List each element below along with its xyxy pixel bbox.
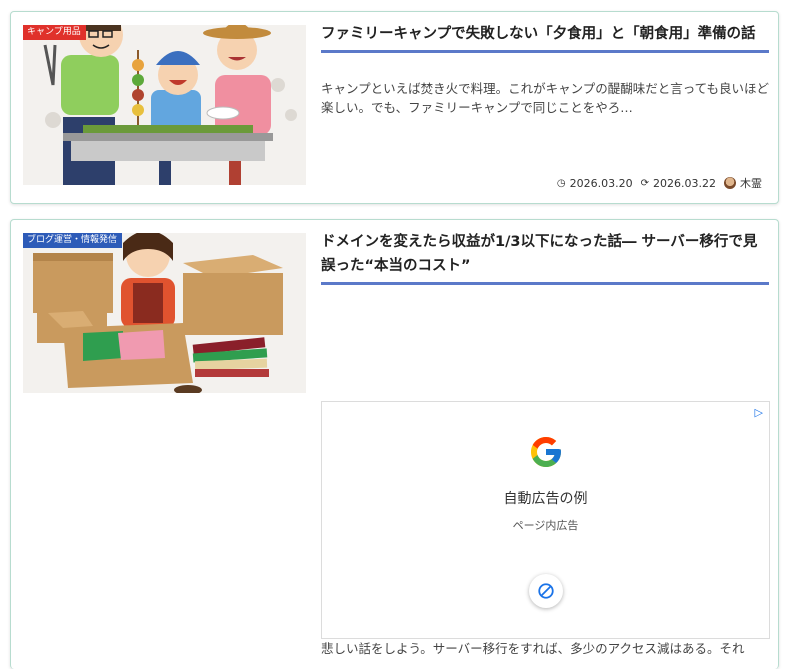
block-ad-icon <box>538 583 554 599</box>
ad-title: 自動広告の例 <box>503 491 588 507</box>
article-snippet: キャンプといえば焚き火で料理。これがキャンプの醍醐味だと言っても良いほど楽しい。… <box>321 81 770 115</box>
moving-boxes-illustration <box>23 233 306 393</box>
author-name[interactable]: 木霊 <box>740 175 762 191</box>
adchoices-triangle-icon[interactable]: ▷ <box>755 406 763 419</box>
category-badge[interactable]: ブログ運営・情報発信 <box>23 233 123 248</box>
ad-slot[interactable]: ▷ 自動広告の例 ページ内広告 <box>321 401 770 639</box>
family-bbq-illustration <box>23 25 306 185</box>
article-meta: ◷ 2026.03.20 ⟳ 2026.03.22 木霊 <box>557 175 762 191</box>
category-badge[interactable]: キャンプ用品 <box>23 25 86 40</box>
article-thumbnail[interactable]: キャンプ用品 <box>23 25 306 185</box>
article-card-2[interactable]: ブログ運営・情報発信 ドメインを変えたら収益が1/3以下になった話― サーバー移… <box>10 219 779 669</box>
updated-date: 2026.03.22 <box>653 176 716 190</box>
google-g-icon <box>531 437 561 467</box>
refresh-icon: ⟳ <box>640 177 650 189</box>
article-thumbnail[interactable]: ブログ運営・情報発信 <box>23 233 306 393</box>
ad-subtitle: ページ内広告 <box>512 519 579 532</box>
published-date: 2026.03.20 <box>569 176 633 190</box>
clock-icon: ◷ <box>556 177 566 189</box>
article-title[interactable]: ファミリーキャンプで失敗しない「夕食用」と「朝食用」準備の話 <box>321 22 769 53</box>
article-card-1[interactable]: キャンプ用品 ファミリーキャンプで失敗しない「夕食用」と「朝食用」準備の話 キャ… <box>10 11 779 204</box>
article-title[interactable]: ドメインを変えたら収益が1/3以下になった話― サーバー移行で見誤った“本当のコ… <box>321 230 769 285</box>
author-avatar-icon <box>724 177 736 189</box>
block-ad-button[interactable] <box>529 574 563 608</box>
